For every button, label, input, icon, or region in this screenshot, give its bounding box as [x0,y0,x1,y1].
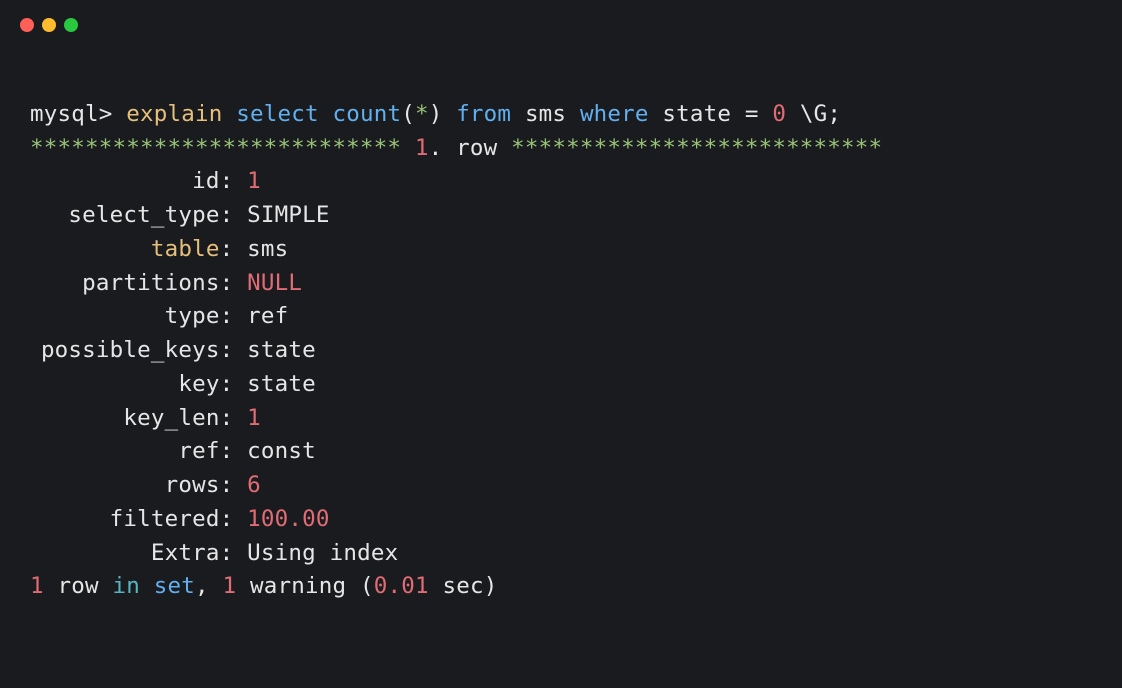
row-text: . row [429,135,511,161]
kw-count: count [332,101,401,127]
terminal-output: mysql> explain select count(*) from sms … [0,42,1122,604]
footer-count: 1 [30,573,44,599]
close-icon[interactable] [20,18,34,32]
value-type: ref [247,303,288,329]
field-possible-keys: possible_keys: state [30,337,316,363]
label-partitions: partitions [30,267,220,301]
label-ref: ref [30,435,220,469]
val-zero: 0 [772,101,786,127]
stars-left: *************************** [30,135,401,161]
value-possible-keys: state [247,337,316,363]
field-ref: ref: const [30,438,316,464]
label-select-type: select_type [30,199,220,233]
kw-explain: explain [126,101,222,127]
label-possible-keys: possible_keys [30,334,220,368]
footer-set: set [154,573,195,599]
tbl-sms: sms [525,101,566,127]
label-extra: Extra [30,537,220,571]
col-state: state [662,101,731,127]
field-select-type: select_type: SIMPLE [30,202,330,228]
field-extra: Extra: Using index [30,540,398,566]
eq: = [731,101,772,127]
minimize-icon[interactable] [42,18,56,32]
field-id: id: 1 [30,168,261,194]
footer-in: in [112,573,140,599]
row-divider: *************************** 1. row *****… [30,135,882,161]
rparen: ) [429,101,443,127]
value-extra: Using index [247,540,398,566]
value-id: 1 [247,168,261,194]
field-type: type: ref [30,303,288,329]
kw-from: from [456,101,511,127]
label-type: type [30,300,220,334]
footer-time: 0.01 [374,573,429,599]
label-filtered: filtered [30,503,220,537]
star: * [415,101,429,127]
value-filtered: 100.00 [247,506,329,532]
stars-right: *************************** [511,135,882,161]
mysql-prompt: mysql> [30,101,126,127]
field-filtered: filtered: 100.00 [30,506,330,532]
cmd-tail: \G; [786,101,841,127]
value-key: state [247,371,316,397]
footer-line: 1 row in set, 1 warning (0.01 sec) [30,573,497,599]
prompt-line: mysql> explain select count(*) from sms … [30,101,841,127]
row-number: 1 [401,135,429,161]
field-table: table: sms [30,236,288,262]
kw-select: select [236,101,318,127]
label-rows: rows [30,469,220,503]
label-key-len: key_len [30,402,220,436]
label-id: id [30,165,220,199]
label-key: key [30,368,220,402]
window-titlebar [0,0,1122,42]
field-partitions: partitions: NULL [30,270,302,296]
value-select-type: SIMPLE [247,202,329,228]
value-ref: const [247,438,316,464]
value-rows: 6 [247,472,261,498]
lparen: ( [401,101,415,127]
value-table: sms [247,236,288,262]
value-key-len: 1 [247,405,261,431]
field-rows: rows: 6 [30,472,261,498]
kw-where: where [580,101,649,127]
maximize-icon[interactable] [64,18,78,32]
field-key-len: key_len: 1 [30,405,261,431]
footer-warn-count: 1 [222,573,236,599]
value-partitions: NULL [247,270,302,296]
label-table: table [30,233,220,267]
field-key: key: state [30,371,316,397]
